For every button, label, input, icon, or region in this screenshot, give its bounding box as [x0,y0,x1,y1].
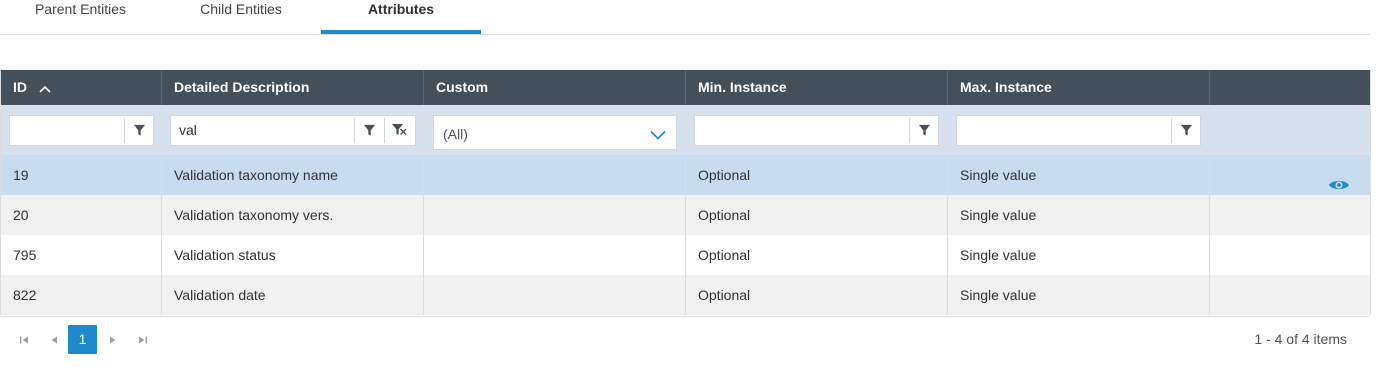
cell-custom [424,275,686,315]
cell-max-instance: Single value [948,155,1210,195]
clear-filter-icon[interactable] [384,118,413,143]
cell-description: Validation date [162,275,424,315]
sort-up-icon [39,71,51,106]
cell-id: 20 [1,195,162,235]
cell-custom [424,155,686,195]
max-instance-filter-input[interactable] [956,115,1201,146]
next-page-icon[interactable] [99,326,127,354]
column-header-id[interactable]: ID [1,70,162,105]
cell-description: Validation status [162,235,424,275]
cell-min-instance: Optional [686,275,948,315]
cell-min-instance: Optional [686,235,948,275]
cell-max-instance: Single value [948,275,1210,315]
column-header-max-instance[interactable]: Max. Instance [948,70,1210,105]
cell-actions [1210,275,1370,315]
filter-cell-id [1,105,162,155]
custom-filter-dropdown[interactable]: (All) [433,115,677,150]
column-header-custom[interactable]: Custom [424,70,686,105]
filter-cell-custom: (All) [424,105,686,155]
filter-row: val (All) [1,105,1370,155]
filter-cell-empty [1210,105,1370,155]
cell-max-instance: Single value [948,235,1210,275]
filter-icon[interactable] [124,118,153,143]
filter-icon[interactable] [909,118,938,143]
cell-actions [1210,235,1370,275]
column-header-description[interactable]: Detailed Description [162,70,424,105]
last-page-icon[interactable] [129,326,157,354]
prev-page-icon[interactable] [40,326,68,354]
description-filter-value: val [179,122,197,138]
table-row[interactable]: 19 Validation taxonomy name Optional Sin… [1,155,1370,195]
cell-min-instance: Optional [686,195,948,235]
table-row[interactable]: 20 Validation taxonomy vers. Optional Si… [1,195,1370,235]
filter-cell-max-instance [948,105,1210,155]
table-row[interactable]: 795 Validation status Optional Single va… [1,235,1370,275]
column-header-min-instance[interactable]: Min. Instance [686,70,948,105]
pager-info: 1 - 4 of 4 items [1254,331,1347,347]
chevron-down-icon [650,127,666,145]
cell-id: 795 [1,235,162,275]
cell-min-instance: Optional [686,155,948,195]
column-header-label: ID [13,79,27,95]
filter-icon[interactable] [1171,118,1200,143]
cell-id: 822 [1,275,162,315]
id-filter-input[interactable] [9,115,154,146]
first-page-icon[interactable] [10,326,38,354]
pager: 1 1 - 4 of 4 items [0,316,1369,362]
cell-actions [1210,195,1370,235]
table-row[interactable]: 822 Validation date Optional Single valu… [1,275,1370,315]
min-instance-filter-input[interactable] [694,115,939,146]
filter-cell-description: val [162,105,424,155]
filter-icon[interactable] [354,118,383,143]
tab-attributes[interactable]: Attributes [321,0,481,34]
attributes-grid: ID Detailed Description Custom Min. Inst… [0,70,1371,315]
cell-custom [424,195,686,235]
cell-description: Validation taxonomy vers. [162,195,424,235]
cell-description: Validation taxonomy name [162,155,424,195]
tab-child-entities[interactable]: Child Entities [161,0,321,33]
tab-strip: Parent Entities Child Entities Attribute… [0,0,1370,35]
cell-custom [424,235,686,275]
column-header-actions [1210,70,1370,105]
cell-actions [1210,155,1370,195]
custom-filter-value: (All) [443,126,468,142]
cell-id: 19 [1,155,162,195]
cell-max-instance: Single value [948,195,1210,235]
filter-cell-min-instance [686,105,948,155]
description-filter-input[interactable]: val [170,115,416,146]
grid-header: ID Detailed Description Custom Min. Inst… [1,70,1370,105]
current-page-button[interactable]: 1 [68,325,97,354]
tab-parent-entities[interactable]: Parent Entities [0,0,161,33]
